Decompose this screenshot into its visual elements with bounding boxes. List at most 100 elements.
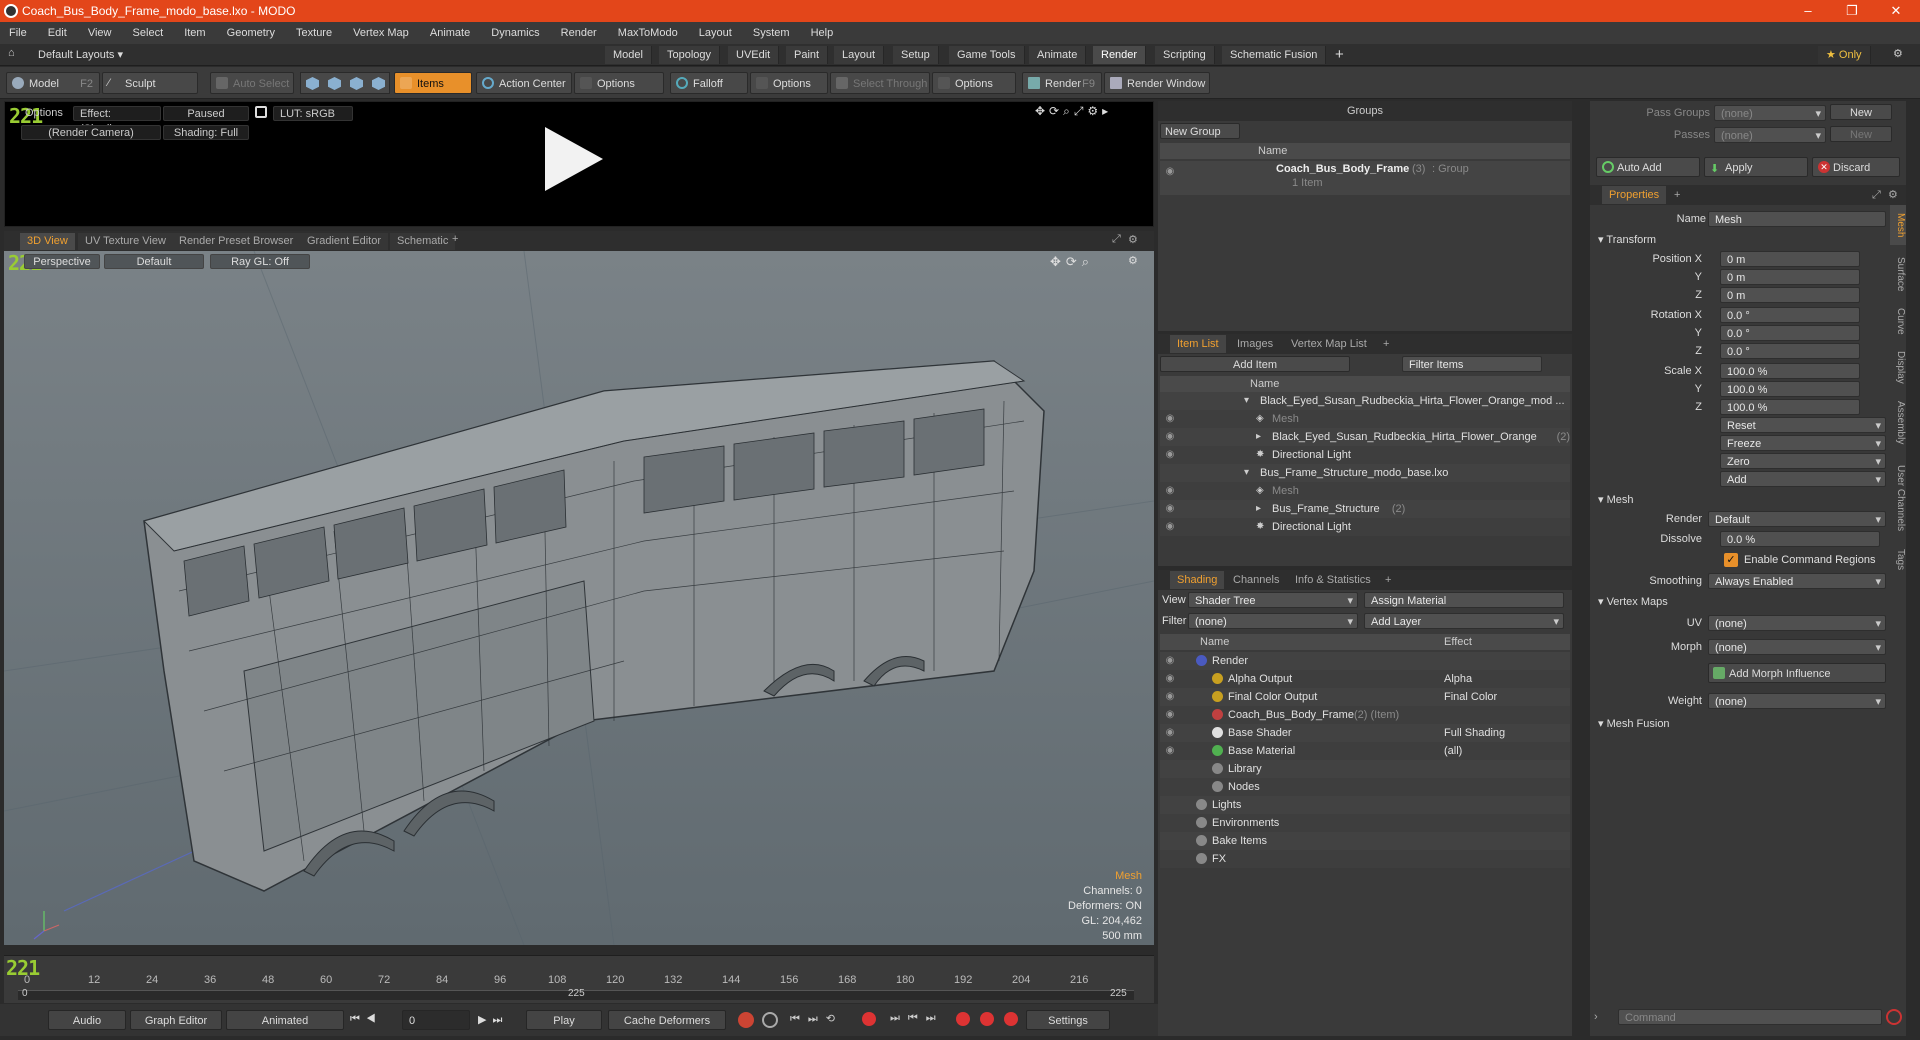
clear-keys-icon[interactable] <box>1004 1012 1018 1026</box>
edges-icon[interactable] <box>328 77 341 90</box>
scale-z-field[interactable]: 100.0 % <box>1720 399 1860 415</box>
side-tab-curve[interactable]: Curve <box>1890 303 1906 339</box>
lut-dropdown[interactable]: LUT: sRGB <box>273 106 353 121</box>
freeze-dropdown[interactable]: Freeze <box>1720 435 1886 452</box>
auto-key-icon[interactable] <box>762 1012 778 1028</box>
eye-icon[interactable]: ◉ <box>1164 710 1176 720</box>
close-button[interactable]: ✕ <box>1874 0 1918 22</box>
position-x-field[interactable]: 0 m <box>1720 251 1860 267</box>
play-button[interactable]: Play <box>526 1010 602 1030</box>
render-window-button[interactable]: Render Window <box>1104 72 1210 94</box>
enable-command-regions-checkbox[interactable]: ✓ <box>1724 553 1738 567</box>
preview-options-button[interactable]: Options <box>19 106 73 121</box>
tab-3d-view[interactable]: 3D View <box>20 233 75 250</box>
menu-file[interactable]: File <box>0 22 36 44</box>
menu-item[interactable]: Item <box>175 22 214 44</box>
shader-tree-row[interactable]: Lights <box>1160 796 1570 814</box>
menu-help[interactable]: Help <box>802 22 843 44</box>
settings-button[interactable]: Settings <box>1026 1010 1110 1030</box>
menu-view[interactable]: View <box>79 22 121 44</box>
key-tools-icons[interactable]: ⏮⏭⟲ <box>790 1012 843 1026</box>
add-tab-button[interactable]: + <box>1376 335 1396 353</box>
morph-dropdown[interactable]: (none) <box>1708 639 1886 656</box>
eye-icon[interactable]: ◉ <box>1164 692 1176 702</box>
discard-button[interactable]: ✕ Discard <box>1812 157 1900 177</box>
eye-icon[interactable]: ◉ <box>1164 450 1176 460</box>
add-tab-button[interactable]: + <box>1378 571 1398 589</box>
graph-editor-button[interactable]: Graph Editor <box>130 1010 222 1030</box>
smoothing-dropdown[interactable]: Always Enabled <box>1708 573 1886 590</box>
3d-viewport[interactable]: 221 Perspective Default Ray GL: Off ✥⟳⌕ … <box>4 251 1154 945</box>
eye-icon[interactable]: ◉ <box>1164 432 1176 442</box>
animated-dropdown[interactable]: Animated <box>226 1010 344 1030</box>
tab-schematic[interactable]: Schematic <box>390 233 456 250</box>
preview-nav-icons[interactable]: ✥⟳⌕⤢⚙▸ <box>1035 104 1112 119</box>
menu-system[interactable]: System <box>744 22 799 44</box>
expand-icon[interactable]: ⤢ <box>1112 233 1121 246</box>
shading-dropdown[interactable]: Shading: Full <box>163 125 249 140</box>
transform-section[interactable]: ▾ Transform <box>1598 233 1656 246</box>
menu-maxtomodo[interactable]: MaxToModo <box>609 22 687 44</box>
eye-icon[interactable]: ◉ <box>1164 414 1176 424</box>
scale-y-field[interactable]: 100.0 % <box>1720 381 1860 397</box>
stop-icon[interactable] <box>1886 1009 1902 1025</box>
menu-vertex-map[interactable]: Vertex Map <box>344 22 418 44</box>
falloff-button[interactable]: Falloff <box>670 72 748 94</box>
model-mode-button[interactable]: Model F2 <box>6 72 100 94</box>
eye-icon[interactable]: ◉ <box>1164 167 1176 177</box>
mesh-fusion-section[interactable]: ▾ Mesh Fusion <box>1598 717 1670 730</box>
mesh-section[interactable]: ▾ Mesh <box>1598 493 1633 506</box>
uv-dropdown[interactable]: (none) <box>1708 615 1886 632</box>
action-center-options-button[interactable]: Options <box>574 72 664 94</box>
tab-images[interactable]: Images <box>1230 335 1280 353</box>
eye-icon[interactable]: ◉ <box>1164 746 1176 756</box>
eye-icon[interactable]: ◉ <box>1164 674 1176 684</box>
assign-material-button[interactable]: Assign Material <box>1364 592 1564 608</box>
rotation-y-field[interactable]: 0.0 ° <box>1720 325 1860 341</box>
menu-geometry[interactable]: Geometry <box>218 22 284 44</box>
tab-vertex-map-list[interactable]: Vertex Map List <box>1284 335 1374 353</box>
gear-icon[interactable]: ⚙ <box>1888 185 1898 205</box>
tab-topology[interactable]: Topology <box>659 46 721 64</box>
tab-layout[interactable]: Layout <box>834 46 885 64</box>
polygons-icon[interactable] <box>350 77 363 90</box>
position-z-field[interactable]: 0 m <box>1720 287 1860 303</box>
side-tab-display[interactable]: Display <box>1890 345 1906 389</box>
passes-dropdown[interactable]: (none) <box>1714 127 1826 144</box>
menu-render[interactable]: Render <box>552 22 606 44</box>
group-row[interactable]: ◉ Coach_Bus_Body_Frame (3) : Group 1 Ite… <box>1160 161 1570 195</box>
add-layer-dropdown[interactable]: Add Layer <box>1364 613 1564 630</box>
weight-dropdown[interactable]: (none) <box>1708 693 1886 710</box>
new-group-button[interactable]: New Group <box>1160 123 1240 139</box>
item-list-row[interactable]: ▾ Bus_Frame_Structure_modo_base.lxo <box>1160 464 1570 482</box>
shader-tree-row[interactable]: ◉ Base Shader Full Shading <box>1160 724 1570 742</box>
side-tab-assembly[interactable]: Assembly <box>1890 395 1906 451</box>
shader-tree-row[interactable]: ◉ Coach_Bus_Body_Frame (2) (Item) <box>1160 706 1570 724</box>
tab-uvedit[interactable]: UVEdit <box>728 46 780 64</box>
tab-channels[interactable]: Channels <box>1226 571 1286 589</box>
eye-icon[interactable]: ◉ <box>1164 656 1176 666</box>
eye-icon[interactable]: ◉ <box>1164 504 1176 514</box>
layer-effect[interactable]: (all) <box>1444 745 1564 757</box>
render-preview[interactable]: 221 Options Effect: (Shadi... Paused LUT… <box>4 101 1154 227</box>
add-morph-influence-button[interactable]: Add Morph Influence <box>1708 663 1886 683</box>
add-layout-tab-button[interactable]: + <box>1335 46 1344 63</box>
record-keys-icon[interactable] <box>738 1012 754 1028</box>
select-through-options-button[interactable]: Options <box>932 72 1016 94</box>
shader-tree-row[interactable]: Bake Items <box>1160 832 1570 850</box>
minimize-button[interactable]: – <box>1786 0 1830 22</box>
item-list-row[interactable]: ◉ ▸ Black_Eyed_Susan_Rudbeckia_Hirta_Flowe… <box>1160 428 1570 446</box>
new-pass-button[interactable]: New <box>1830 126 1892 142</box>
tab-scripting[interactable]: Scripting <box>1155 46 1215 64</box>
item-list-row[interactable]: ▾ Black_Eyed_Susan_Rudbeckia_Hirta_Flower… <box>1160 392 1570 410</box>
new-pass-group-button[interactable]: New <box>1830 104 1892 120</box>
vertices-icon[interactable] <box>306 77 319 90</box>
side-tab-user-channels[interactable]: User Channels <box>1890 457 1906 539</box>
key-icon[interactable] <box>956 1012 970 1026</box>
step-forward-icons[interactable]: ▶⏭ <box>478 1013 508 1027</box>
lock-icon[interactable] <box>255 106 267 118</box>
raygl-dropdown[interactable]: Ray GL: Off <box>210 254 310 269</box>
zero-dropdown[interactable]: Zero <box>1720 453 1886 470</box>
tab-render-preset-browser[interactable]: Render Preset Browser <box>172 233 301 250</box>
shader-tree-row[interactable]: FX <box>1160 850 1570 868</box>
